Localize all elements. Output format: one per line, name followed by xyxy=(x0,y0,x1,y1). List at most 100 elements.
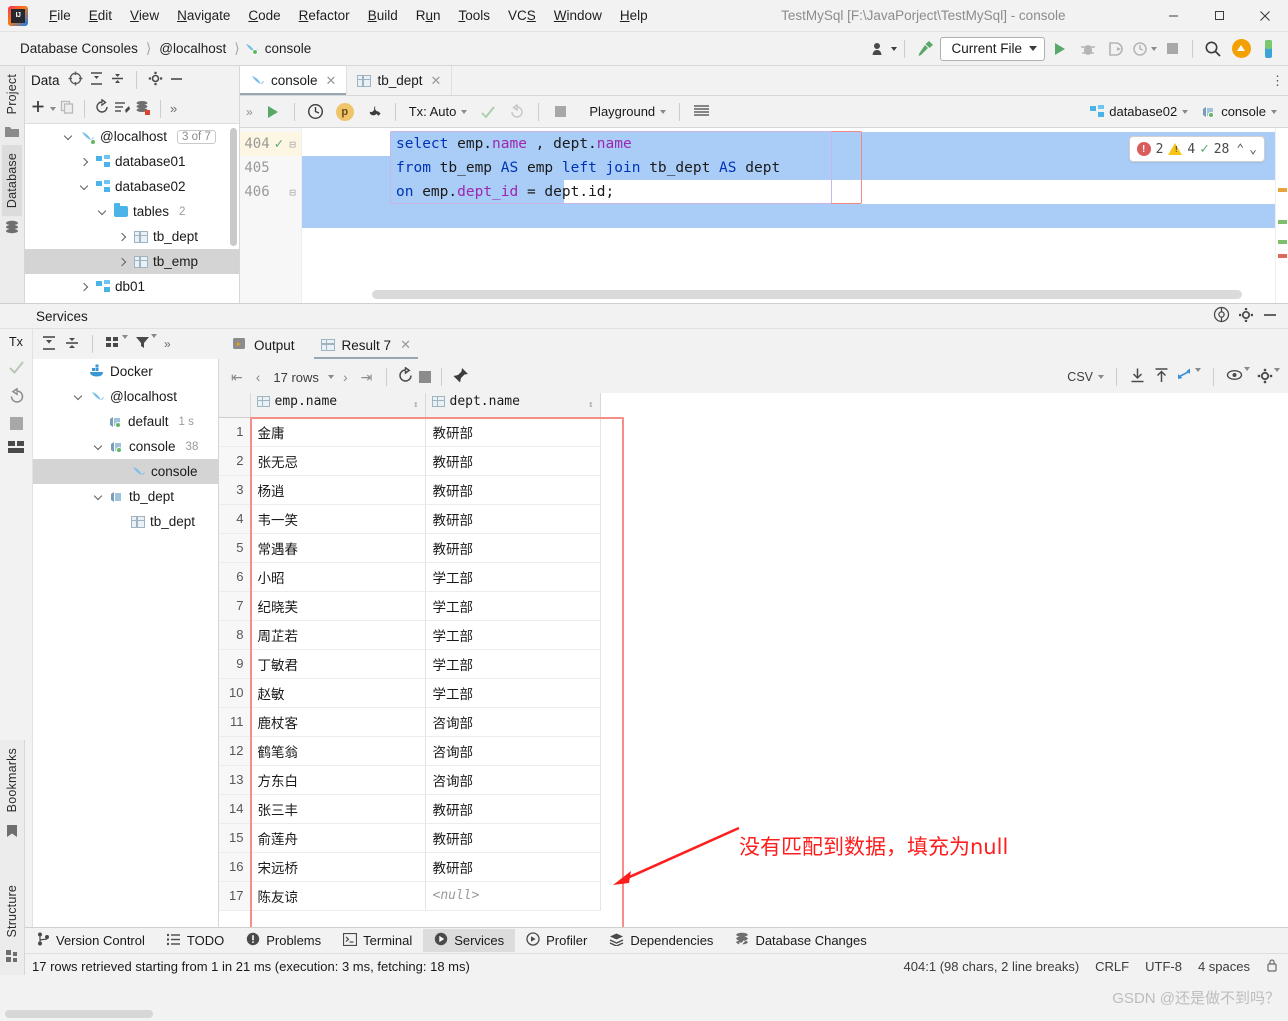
services-tree[interactable]: Docker @localhost default 1 s console 38… xyxy=(5,359,219,1018)
gear-icon[interactable] xyxy=(1257,367,1280,387)
tab-output[interactable]: Output xyxy=(219,329,308,361)
table-row[interactable]: 7 纪晓芙 学工部 xyxy=(219,591,601,621)
tab-console[interactable]: console ✕ xyxy=(240,66,348,95)
table-row[interactable]: 3 杨逍 教研部 xyxy=(219,475,601,505)
cell-emp-name[interactable]: 陈友谅 xyxy=(250,881,426,911)
tree-node-localhost[interactable]: @localhost 3 of 7 xyxy=(25,124,239,149)
menu-item-run[interactable]: Run xyxy=(407,5,450,26)
history-button[interactable] xyxy=(303,99,329,125)
chevron-down-icon[interactable] xyxy=(327,375,334,379)
bottom-tab-profiler[interactable]: Profiler xyxy=(515,929,598,952)
more-icon[interactable]: » xyxy=(242,105,257,119)
cell-emp-name[interactable]: 韦一笑 xyxy=(250,504,426,534)
editor-right-margin[interactable] xyxy=(1275,128,1288,303)
table-row[interactable]: 12 鹤笔翁 咨询部 xyxy=(219,736,601,766)
run-configuration-selector[interactable]: Current File xyxy=(940,36,1045,61)
close-icon[interactable]: ✕ xyxy=(429,73,442,89)
first-page-icon[interactable]: ⇤ xyxy=(227,369,247,386)
upload-icon[interactable] xyxy=(1153,367,1170,387)
cell-dept-name[interactable]: 教研部 xyxy=(425,504,601,534)
menu-item-tools[interactable]: Tools xyxy=(450,5,500,26)
bottom-tab-version-control[interactable]: Version Control xyxy=(26,929,156,952)
tree-node-localhost[interactable]: @localhost xyxy=(33,384,218,409)
cell-dept-name[interactable]: 咨询部 xyxy=(425,736,601,766)
notifications-button[interactable] xyxy=(1256,36,1282,62)
cell-emp-name[interactable]: 周芷若 xyxy=(250,620,426,650)
build-button[interactable] xyxy=(912,36,938,62)
table-row[interactable]: 16 宋远桥 教研部 xyxy=(219,852,601,882)
table-row[interactable]: 2 张无忌 教研部 xyxy=(219,446,601,476)
debug-button[interactable] xyxy=(1075,36,1101,62)
caret-position[interactable]: 404:1 (98 chars, 2 line breaks) xyxy=(904,959,1080,974)
view-options-icon[interactable] xyxy=(1226,366,1250,386)
menu-item-code[interactable]: Code xyxy=(239,5,289,26)
cell-dept-name[interactable]: 教研部 xyxy=(425,446,601,476)
gear-icon[interactable] xyxy=(1238,307,1254,326)
table-row[interactable]: 4 韦一笑 教研部 xyxy=(219,504,601,534)
sort-icon[interactable]: ↕ xyxy=(588,394,593,416)
tree-node-default-session[interactable]: default 1 s xyxy=(33,409,218,434)
more-icon[interactable]: » xyxy=(170,101,177,116)
minimize-button[interactable] xyxy=(1150,0,1196,31)
tree-node-console-file[interactable]: console xyxy=(33,459,218,484)
cell-emp-name[interactable]: 鹤笔翁 xyxy=(250,736,426,766)
chevron-right-icon[interactable] xyxy=(77,157,91,166)
prev-page-icon[interactable]: ‹ xyxy=(252,369,265,385)
session-selector[interactable]: console xyxy=(1197,102,1282,121)
rows-count-label[interactable]: 17 rows xyxy=(269,370,323,385)
tree-node-console-session[interactable]: console 38 xyxy=(33,434,218,459)
editor-horizontal-scrollbar[interactable] xyxy=(372,290,1242,299)
table-row[interactable]: 17 陈友谅 <null> xyxy=(219,881,601,911)
commit-icon[interactable] xyxy=(8,359,25,378)
chevron-down-icon[interactable] xyxy=(71,391,85,401)
tab-tb-dept[interactable]: tb_dept ✕ xyxy=(347,66,453,95)
cell-dept-name[interactable]: 咨询部 xyxy=(425,707,601,737)
tree-node-tables[interactable]: tables 2 xyxy=(25,199,239,224)
sidebar-item-database[interactable]: Database xyxy=(2,145,22,217)
rollback-button[interactable] xyxy=(504,99,530,125)
copy-icon[interactable] xyxy=(60,100,75,118)
close-icon[interactable]: ✕ xyxy=(398,337,411,353)
execute-button[interactable] xyxy=(260,99,286,125)
maximize-button[interactable] xyxy=(1196,0,1242,31)
schema-selector[interactable]: Playground xyxy=(584,102,671,121)
table-mode-button[interactable] xyxy=(688,99,714,125)
cell-dept-name[interactable]: 教研部 xyxy=(425,852,601,882)
chevron-right-icon[interactable] xyxy=(77,282,91,291)
menu-item-navigate[interactable]: Navigate xyxy=(168,5,239,26)
cell-dept-name[interactable]: 咨询部 xyxy=(425,765,601,795)
chevron-down-icon[interactable] xyxy=(91,491,105,501)
tree-scrollbar[interactable] xyxy=(230,128,237,246)
profile-button[interactable] xyxy=(1131,36,1157,62)
tree-node-tb-dept-session[interactable]: tb_dept xyxy=(33,484,218,509)
code-editor[interactable]: 404 ✓ ⊟ 405 ✓ ⊟ 406 ✓ ⊟ xyxy=(240,128,1288,303)
chevron-right-icon[interactable] xyxy=(115,232,129,241)
last-page-icon[interactable]: ⇥ xyxy=(357,369,377,386)
table-row[interactable]: 10 赵敏 学工部 xyxy=(219,678,601,708)
cell-dept-name[interactable]: 教研部 xyxy=(425,823,601,853)
menu-item-view[interactable]: View xyxy=(121,5,168,26)
stop-icon[interactable] xyxy=(419,371,432,383)
table-row[interactable]: 6 小昭 学工部 xyxy=(219,562,601,592)
lock-icon[interactable] xyxy=(1266,958,1278,975)
line-separator[interactable]: CRLF xyxy=(1095,959,1129,974)
cell-dept-name[interactable]: 教研部 xyxy=(425,475,601,505)
breadcrumb-item-database-consoles[interactable]: Database Consoles xyxy=(16,39,142,58)
refresh-icon[interactable] xyxy=(94,98,110,118)
bottom-tab-terminal[interactable]: Terminal xyxy=(332,930,423,952)
cell-dept-name[interactable]: 学工部 xyxy=(425,678,601,708)
chevron-down-icon[interactable] xyxy=(95,206,109,216)
tree-node-tb-emp[interactable]: tb_emp xyxy=(25,249,239,274)
menu-item-vcs[interactable]: VCS xyxy=(499,5,545,26)
fold-icon[interactable]: ⊟ xyxy=(288,138,297,151)
expand-all-icon[interactable] xyxy=(89,71,104,89)
rollback-icon[interactable] xyxy=(8,387,25,407)
layout-icon[interactable] xyxy=(7,440,25,457)
help-icon[interactable] xyxy=(1213,306,1230,326)
menu-item-help[interactable]: Help xyxy=(611,5,657,26)
transpose-icon[interactable] xyxy=(1177,367,1201,387)
group-icon[interactable] xyxy=(105,334,128,354)
bottom-tab-problems[interactable]: Problems xyxy=(235,929,332,952)
cell-dept-name[interactable]: 教研部 xyxy=(425,533,601,563)
commit-button[interactable] xyxy=(475,99,501,125)
